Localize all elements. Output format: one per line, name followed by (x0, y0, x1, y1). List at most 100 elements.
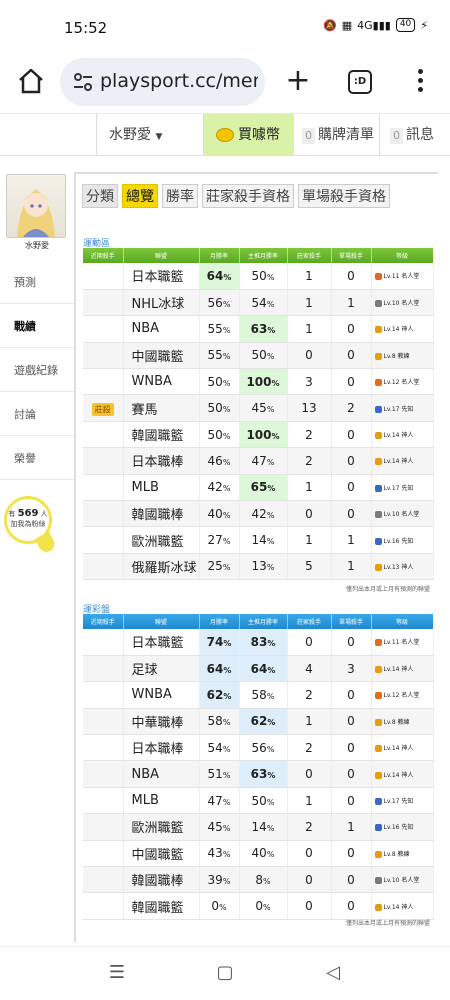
league-cell[interactable]: 日本職籃 (123, 629, 200, 656)
bank-killer-cell: 4 (287, 655, 332, 683)
single-killer-cell: 0 (331, 787, 372, 815)
recent-killer-cell (83, 866, 124, 894)
league-cell[interactable]: 歐洲職籃 (123, 526, 200, 554)
table-row: 韓國職籃 0% 0% 0 0 Lv.14 神人 (83, 892, 434, 920)
recent-killer-cell (83, 629, 124, 656)
bank-killer-cell: 0 (287, 629, 332, 656)
main-pick-win-rate-cell: 40% (239, 840, 288, 868)
league-cell[interactable]: 中華職棒 (123, 708, 200, 736)
single-killer-cell: 3 (331, 655, 372, 683)
main-pick-win-rate-cell: 42% (239, 500, 288, 528)
monthly-win-rate-cell: 50% (199, 394, 240, 422)
percent-unit: % (266, 563, 275, 573)
table-row: 韓國職棒 39% 8% 0 0 Lv.10 名人堂 (83, 866, 434, 894)
site-settings-icon[interactable] (72, 71, 94, 93)
league-cell[interactable]: 韓國職棒 (123, 866, 200, 894)
recent-killer-cell (83, 474, 124, 502)
monthly-win-rate-cell: 47% (199, 787, 240, 815)
sidebar-item-record[interactable]: 戰績 (0, 306, 74, 348)
main-pick-win-rate: 47 (251, 453, 267, 468)
tab-win-rate[interactable]: 勝率 (162, 184, 198, 208)
home-icon[interactable] (16, 66, 46, 96)
tab-single-killer[interactable]: 單場殺手資格 (298, 184, 390, 208)
record-tabs: 分類 總覽 勝率 莊家殺手資格 單場殺手資格 (82, 184, 390, 208)
level-label: Lv.11 名人堂 (383, 273, 420, 281)
league-cell[interactable]: 中國職籃 (123, 342, 200, 370)
column-header: 月勝率 (199, 614, 240, 629)
league-cell[interactable]: 足球 (123, 655, 200, 683)
level-cell: Lv.8 教練 (371, 342, 434, 370)
league-cell[interactable]: 歐洲職籃 (123, 813, 200, 841)
league-cell[interactable]: MLB (123, 474, 200, 502)
tab-category[interactable]: 分類 (82, 184, 118, 208)
percent-unit: % (266, 797, 275, 807)
address-bar[interactable]: playsport.cc/men (60, 58, 265, 106)
recents-icon[interactable]: ☰ (106, 963, 128, 983)
single-killer-cell: 0 (331, 368, 372, 396)
tab-bank-killer[interactable]: 莊家殺手資格 (202, 184, 294, 208)
main-pick-win-rate-cell: 0% (239, 892, 288, 920)
tab-switcher-button[interactable]: :D (348, 70, 372, 94)
user-dropdown[interactable]: 水野愛 ▼ (96, 114, 204, 156)
league-cell[interactable]: 中國職籃 (123, 840, 200, 868)
back-icon[interactable]: ◁ (322, 963, 344, 983)
single-killer-cell: 0 (331, 474, 372, 502)
level-cell: Lv.13 神人 (371, 553, 434, 581)
percent-unit: % (222, 771, 231, 781)
buy-coins-button[interactable]: 買噱幣 (204, 114, 294, 156)
bank-killer-cell: 0 (287, 500, 332, 528)
monthly-win-rate: 45 (207, 819, 223, 834)
league-cell[interactable]: WNBA (123, 681, 200, 709)
league-cell[interactable]: 日本職棒 (123, 447, 200, 475)
league-cell[interactable]: 賽馬 (123, 394, 200, 422)
level-badge-icon (374, 877, 382, 885)
recent-killer-cell (83, 734, 124, 762)
recent-killer-cell (83, 655, 124, 683)
percent-unit: % (266, 850, 275, 860)
league-cell[interactable]: NBA (123, 315, 200, 343)
level-badge-icon (374, 326, 382, 334)
level-label: Lv.16 先知 (383, 537, 414, 545)
sidebar-item-discussion[interactable]: 討論 (0, 394, 74, 436)
sidebar-item-game-log[interactable]: 遊戲紀錄 (0, 350, 74, 392)
new-tab-icon[interactable]: + (284, 66, 312, 98)
messages-link[interactable]: 0 訊息 (380, 114, 450, 156)
signal-icon: 4G▮▮▮ (357, 18, 391, 32)
tab-overview[interactable]: 總覽 (122, 184, 158, 208)
bank-killer-cell: 1 (287, 315, 332, 343)
sidebar-item-honor[interactable]: 榮譽 (0, 438, 74, 480)
main-pick-win-rate: 14 (251, 819, 267, 834)
url-text[interactable]: playsport.cc/men (100, 70, 258, 92)
league-cell[interactable]: 日本職棒 (123, 734, 200, 762)
single-killer-cell: 0 (331, 263, 372, 290)
home-nav-icon[interactable]: ▢ (214, 963, 236, 983)
league-cell[interactable]: WNBA (123, 368, 200, 396)
league-cell[interactable]: NBA (123, 760, 200, 788)
avatar[interactable] (6, 174, 66, 238)
level-cell: Lv.11 名人堂 (371, 629, 434, 656)
percent-unit: % (266, 823, 275, 833)
league-cell[interactable]: MLB (123, 787, 200, 815)
league-cell[interactable]: 俄羅斯冰球 (123, 553, 200, 581)
cart-count: 0 (302, 128, 315, 144)
column-header: 主推月勝率 (239, 614, 288, 629)
sports-record-table: 近期殺手 聯盟 月勝率 主推月勝率 莊家殺手 單場殺手 等級 日本職籃 64% 50% 1 0 Lv.… (83, 248, 434, 581)
bank-killer-cell: 0 (287, 760, 332, 788)
league-cell[interactable]: 韓國職籃 (123, 421, 200, 449)
sidebar-item-predict[interactable]: 預測 (0, 262, 74, 304)
league-cell[interactable]: 日本職籃 (123, 263, 200, 290)
record-panel: 分類 總覽 勝率 莊家殺手資格 單場殺手資格 運動區 近期殺手 聯盟 月勝率 主推月勝… (74, 172, 438, 942)
single-killer-cell: 2 (331, 394, 372, 422)
league-cell[interactable]: 韓國職籃 (123, 892, 200, 920)
league-cell[interactable]: 韓國職棒 (123, 500, 200, 528)
level-label: Lv.8 教練 (383, 352, 410, 360)
site-nav: 水野愛 ▼ 買噱幣 0 購牌清單 0 訊息 (0, 114, 450, 156)
league-cell[interactable]: NHL冰球 (123, 289, 200, 317)
overflow-menu-icon[interactable] (410, 66, 430, 98)
cart-link[interactable]: 0 購牌清單 (294, 114, 380, 156)
level-badge-icon (374, 300, 382, 308)
percent-unit: % (222, 431, 231, 441)
bank-killer-cell: 2 (287, 421, 332, 449)
percent-unit: % (222, 850, 231, 860)
level-badge-icon (374, 405, 382, 413)
